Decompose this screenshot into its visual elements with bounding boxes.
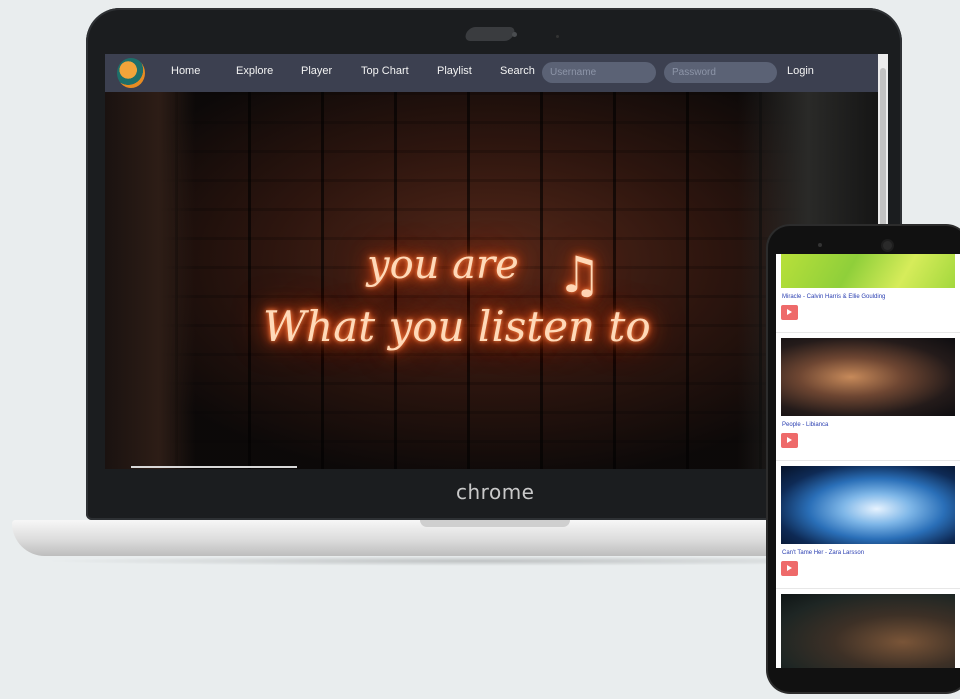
song-cover[interactable]: [781, 254, 955, 288]
song-title: People - Libianca: [782, 422, 829, 428]
song-cover[interactable]: [781, 466, 955, 544]
camera-sensor: [556, 35, 559, 38]
nav-home[interactable]: Home: [171, 65, 200, 77]
song-card: Miracle - Calvin Harris & Ellie Goulding: [781, 254, 955, 320]
song-cover[interactable]: [781, 338, 955, 416]
brand-label: chrome: [456, 480, 535, 504]
nav-search[interactable]: Search: [500, 65, 535, 77]
laptop-camera: [463, 27, 517, 41]
hero-progress-indicator: [131, 466, 297, 468]
nav-top-chart[interactable]: Top Chart: [361, 65, 409, 77]
song-title: Can't Tame Her - Zara Larsson: [782, 550, 865, 556]
hero-line-2: What you listen to: [263, 302, 651, 351]
hero-banner: you are ♫ What you listen to: [105, 92, 878, 469]
music-note-icon: ♫: [557, 246, 602, 304]
nav-player[interactable]: Player: [301, 65, 332, 77]
nav-explore[interactable]: Explore: [236, 65, 273, 77]
song-title: Miracle - Calvin Harris & Ellie Goulding: [782, 294, 886, 300]
song-card: Can't Tame Her - Zara Larsson: [781, 466, 955, 576]
play-button[interactable]: [781, 433, 798, 448]
song-card: People - Libianca: [781, 338, 955, 448]
phone-speaker: [818, 243, 822, 247]
login-button[interactable]: Login: [787, 65, 814, 77]
phone-camera-icon: [883, 241, 892, 250]
laptop-base-notch: [420, 520, 570, 527]
username-input[interactable]: [542, 62, 656, 83]
password-input[interactable]: [664, 62, 777, 83]
camera-lens: [512, 32, 517, 37]
phone-screen: Miracle - Calvin Harris & Ellie Goulding…: [776, 254, 960, 668]
app-logo[interactable]: [117, 58, 145, 88]
hero-line-1: you are: [367, 242, 519, 288]
play-button[interactable]: [781, 561, 798, 576]
song-cover[interactable]: [781, 594, 955, 668]
song-card: [781, 594, 955, 668]
navbar: Home Explore Player Top Chart Playlist S…: [105, 54, 878, 92]
play-button[interactable]: [781, 305, 798, 320]
shelf-left-decoration: [105, 92, 195, 469]
nav-playlist[interactable]: Playlist: [437, 65, 472, 77]
